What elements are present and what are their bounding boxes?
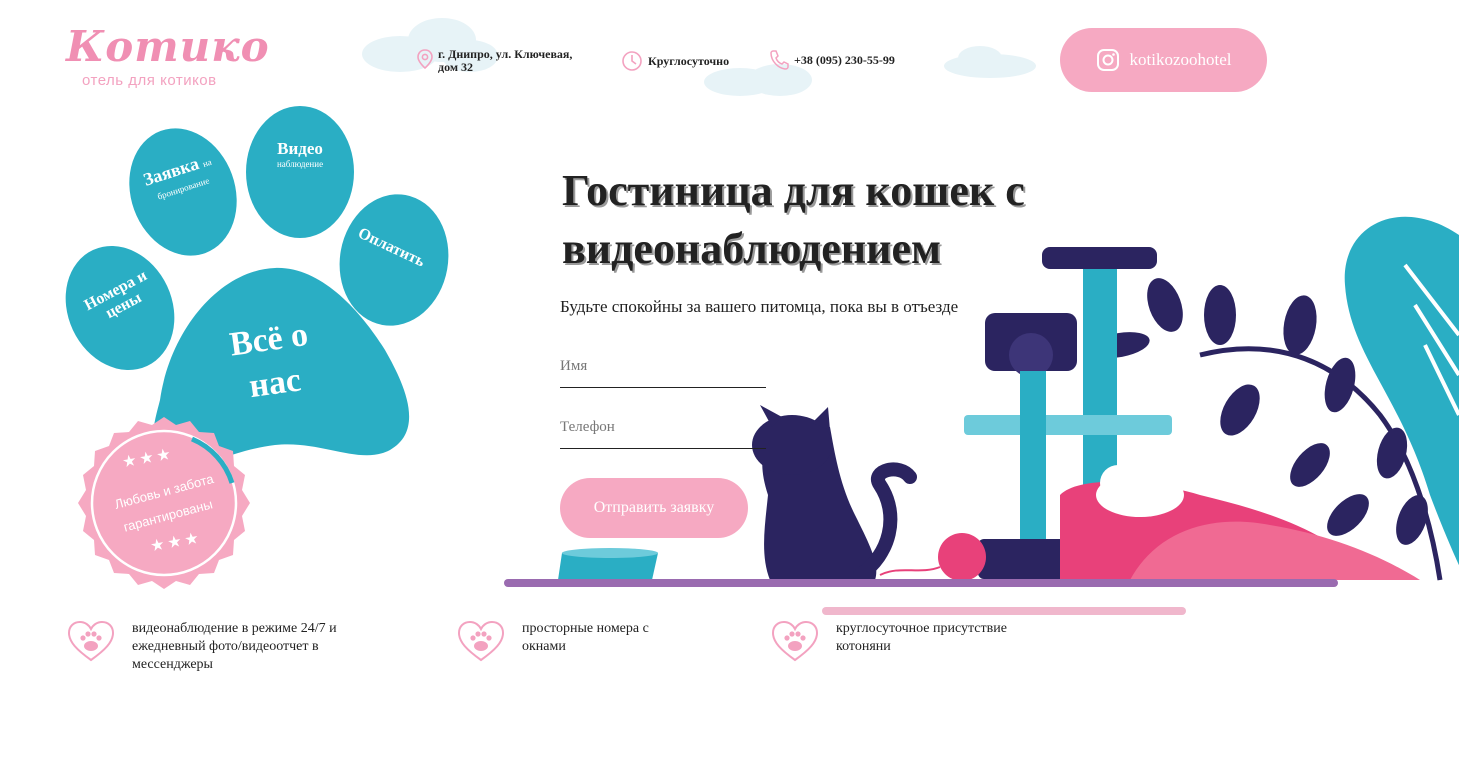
header-address: г. Днипро, ул. Ключевая, дом 32 <box>438 47 573 74</box>
feature-text: видеонаблюдение в режиме 24/7 и ежедневн… <box>132 621 337 672</box>
paw-video-link[interactable]: Видео наблюдение <box>252 140 348 169</box>
logo-title[interactable]: Котико <box>66 22 270 72</box>
paw-about-link[interactable]: Всё о нас <box>206 310 337 414</box>
feature-text: просторные номера с окнами <box>522 621 649 654</box>
logo-subtitle: отель для котиков <box>82 72 217 89</box>
name-input[interactable] <box>560 354 766 388</box>
header-hours: Круглосуточно <box>648 54 730 68</box>
paw-video-small: наблюдение <box>276 158 324 169</box>
submit-request-button[interactable]: Отправить заявку <box>560 478 748 538</box>
hero-subtitle: Будьте спокойны за вашего питомца, пока … <box>560 297 959 316</box>
instagram-icon <box>1096 49 1119 71</box>
heart-paw-icon <box>457 620 505 662</box>
phone-icon <box>770 50 789 70</box>
heart-paw-icon <box>67 620 115 662</box>
location-pin-icon <box>417 49 433 70</box>
instagram-label: kotikozoohotel <box>1129 50 1232 69</box>
heart-paw-icon <box>771 620 819 662</box>
hero-title: Гостиница для кошек с видеонаблюдением <box>562 166 1025 273</box>
paw-video-main: Видео <box>277 139 323 158</box>
phone-input[interactable] <box>560 415 766 449</box>
feature-text: круглосуточное присутствие котоняни <box>836 621 1007 654</box>
instagram-button[interactable]: kotikozoohotel <box>1060 28 1267 92</box>
header-phone[interactable]: +38 (095) 230-55-99 <box>794 54 895 67</box>
clock-icon <box>622 51 642 71</box>
cloud-decoration <box>944 46 1036 78</box>
